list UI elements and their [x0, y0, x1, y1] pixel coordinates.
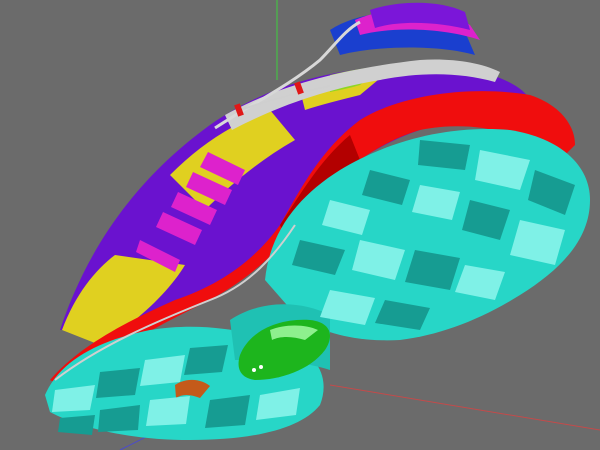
x-axis-line [329, 384, 600, 431]
lug [58, 415, 95, 435]
scene-canvas[interactable] [0, 0, 600, 450]
lug [184, 345, 228, 375]
3d-viewport[interactable] [0, 0, 600, 450]
cushion-dot-1 [252, 368, 256, 372]
cushion-dot-2 [259, 365, 263, 369]
lug [146, 396, 190, 426]
lug [96, 368, 140, 398]
lug [418, 140, 470, 170]
lug [205, 395, 250, 428]
shoe-model [45, 2, 590, 440]
